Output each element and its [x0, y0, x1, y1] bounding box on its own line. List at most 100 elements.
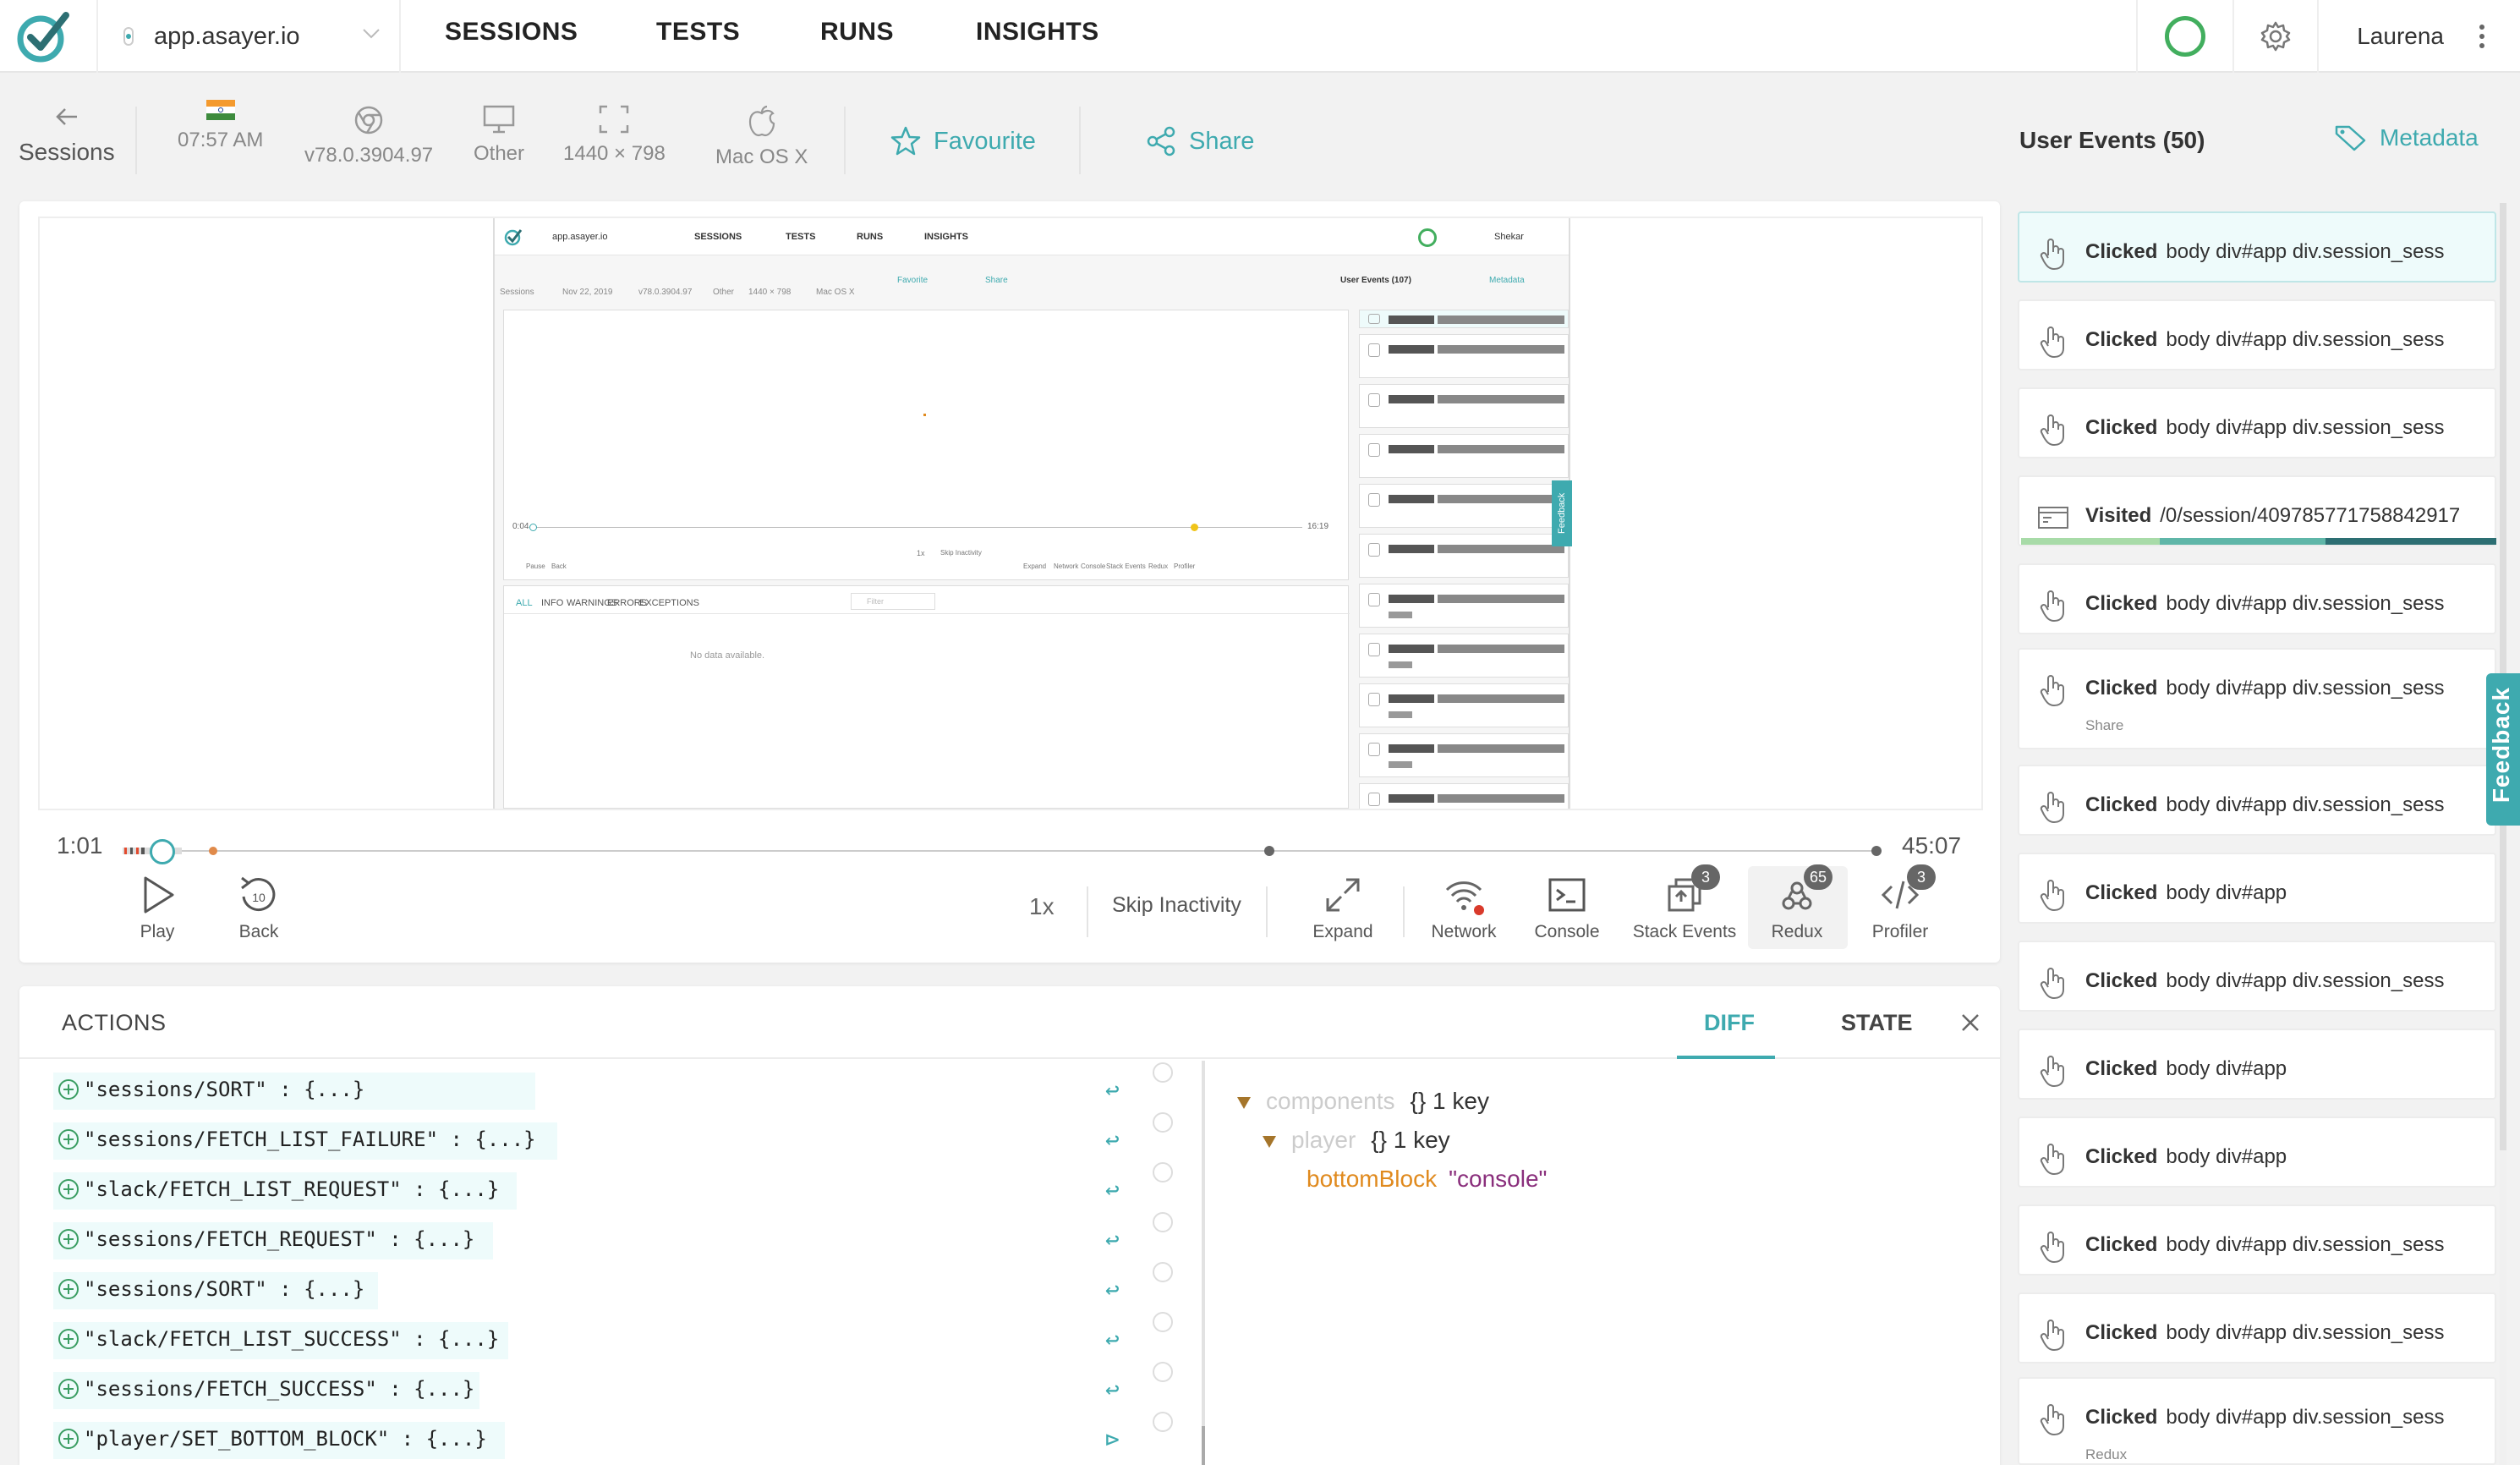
event-line: Clicked body div#app div.session_sess: [2085, 1406, 2444, 1429]
scrollbar-thumb[interactable]: [1202, 1426, 1205, 1465]
plus-circle-icon[interactable]: [58, 1229, 79, 1249]
jump-to-icon[interactable]: ↩: [1105, 1276, 1120, 1303]
diff-node-player[interactable]: player {} 1 key: [1263, 1127, 1450, 1154]
timeline-event-marker[interactable]: [1264, 846, 1274, 856]
profiler-button[interactable]: 3 Profiler: [1858, 864, 1942, 942]
user-event-card[interactable]: Clicked body div#app: [2018, 1117, 2496, 1188]
expand-button[interactable]: Expand: [1296, 870, 1389, 942]
user-event-card[interactable]: Clicked body div#app div.session_sess: [2018, 941, 2496, 1012]
timeline-knob[interactable]: [150, 839, 175, 864]
plus-circle-icon[interactable]: [58, 1429, 79, 1449]
console-button[interactable]: Console: [1525, 870, 1609, 942]
clock-icon[interactable]: [1153, 1112, 1173, 1133]
close-icon[interactable]: [1956, 1008, 1985, 1037]
plus-circle-icon[interactable]: [58, 1279, 79, 1299]
replay-tab: INSIGHTS: [924, 232, 968, 242]
tab-tests[interactable]: TESTS: [656, 0, 740, 73]
session-time: 07:57 AM: [178, 100, 263, 152]
user-event-card[interactable]: Visited/0/session/409785771758842917: [2018, 475, 2496, 546]
play-button[interactable]: Play: [119, 870, 195, 942]
replay-date: Nov 22, 2019: [562, 288, 613, 297]
user-event-card[interactable]: Clicked body div#app div.session_sess: [2018, 1292, 2496, 1363]
clock-icon[interactable]: [1153, 1062, 1173, 1083]
clock-icon[interactable]: [1153, 1362, 1173, 1382]
replay-event-card: [1359, 584, 1569, 628]
user-event-card[interactable]: Clicked body div#app div.session_sess Shar…: [2018, 648, 2496, 749]
favourite-button[interactable]: Favourite: [890, 125, 1036, 157]
timeline-event-marker[interactable]: [206, 844, 220, 858]
event-line: Clicked body div#app: [2085, 1057, 2287, 1081]
clock-icon[interactable]: [1153, 1212, 1173, 1232]
jump-to-icon[interactable]: ⊳: [1105, 1425, 1120, 1453]
plus-circle-icon[interactable]: [58, 1179, 79, 1199]
feedback-button[interactable]: Feedback: [2486, 673, 2520, 826]
replay-site: app.asayer.io: [552, 232, 608, 242]
tab-state[interactable]: STATE: [1841, 1010, 1913, 1036]
replay-navbar: app.asayer.io SESSIONS TESTS RUNS INSIGH…: [495, 218, 1569, 255]
plus-circle-icon[interactable]: [58, 1129, 79, 1150]
timeline-event-marker[interactable]: [1871, 846, 1882, 856]
stack-events-button[interactable]: 3 Stack Events: [1630, 864, 1739, 942]
more-vertical-icon[interactable]: [2478, 24, 2486, 49]
share-button[interactable]: Share: [1145, 125, 1254, 157]
events-scrollbar[interactable]: [2500, 203, 2506, 1465]
jump-to-icon[interactable]: ↩: [1105, 1375, 1120, 1403]
rewind-10-icon: 10: [241, 876, 276, 912]
timeline[interactable]: 1:01 45:07: [19, 810, 2000, 864]
user-event-card[interactable]: Clicked body div#app div.session_sess Redu…: [2018, 1377, 2496, 1465]
jump-to-icon[interactable]: ↩: [1105, 1226, 1120, 1254]
replay-event-icon: [1368, 643, 1380, 656]
status-button[interactable]: [2136, 0, 2232, 73]
clock-icon[interactable]: [1153, 1262, 1173, 1282]
action-label: "sessions/SORT" : {...}: [84, 1277, 365, 1301]
skip-inactivity-toggle[interactable]: Skip Inactivity: [1112, 893, 1241, 918]
pointer-hand-icon: [2040, 1056, 2064, 1088]
replay-event-bar: [1389, 315, 1434, 324]
replay-screen[interactable]: app.asayer.io SESSIONS TESTS RUNS INSIGH…: [38, 217, 1983, 810]
tab-insights[interactable]: INSIGHTS: [976, 0, 1099, 73]
plus-circle-icon[interactable]: [58, 1379, 79, 1399]
user-event-card[interactable]: Clicked body div#app div.session_sess: [2018, 765, 2496, 836]
event-type: Clicked: [2085, 1057, 2158, 1080]
event-line: Clicked body div#app div.session_sess: [2085, 793, 2444, 817]
settings-button[interactable]: [2232, 0, 2317, 73]
pane-splitter[interactable]: [1202, 1061, 1205, 1465]
asayer-logo-icon[interactable]: [15, 7, 73, 64]
clock-icon[interactable]: [1153, 1412, 1173, 1432]
plus-circle-icon[interactable]: [58, 1079, 79, 1100]
replay-tab: TESTS: [786, 232, 816, 242]
site-selector[interactable]: app.asayer.io: [96, 0, 401, 73]
replay-event-bar: [1438, 694, 1564, 703]
user-event-card[interactable]: Clicked body div#app div.session_sess: [2018, 387, 2496, 458]
back-to-sessions-button[interactable]: Sessions: [19, 103, 115, 166]
diff-node-components[interactable]: components {} 1 key: [1237, 1088, 1489, 1115]
timeline-track[interactable]: [123, 850, 1882, 852]
user-event-card[interactable]: Clicked body div#app div.session_sess: [2018, 563, 2496, 634]
user-menu[interactable]: Laurena: [2317, 0, 2520, 73]
pointer-hand-icon: [2040, 239, 2064, 271]
tab-sessions[interactable]: SESSIONS: [445, 0, 578, 73]
replay-ctrl: 1x: [917, 549, 925, 557]
redux-button[interactable]: 65 Redux: [1755, 864, 1839, 942]
event-target: body div#app div.session_sess: [2166, 969, 2445, 992]
back-10-button[interactable]: 10 Back: [221, 870, 297, 942]
clock-icon[interactable]: [1153, 1312, 1173, 1332]
clock-icon[interactable]: [1153, 1162, 1173, 1182]
user-event-card[interactable]: Clicked body div#app: [2018, 1029, 2496, 1100]
jump-to-icon[interactable]: ↩: [1105, 1176, 1120, 1204]
tab-diff[interactable]: DIFF: [1704, 1010, 1755, 1036]
back-label: Back: [238, 922, 279, 941]
user-event-card[interactable]: Clicked body div#app div.session_sess: [2018, 299, 2496, 370]
plus-circle-icon[interactable]: [58, 1329, 79, 1349]
jump-to-icon[interactable]: ↩: [1105, 1325, 1120, 1353]
user-event-card[interactable]: Clicked body div#app div.session_sess: [2018, 1204, 2496, 1276]
metadata-button[interactable]: Metadata: [2334, 123, 2479, 152]
network-button[interactable]: Network: [1422, 870, 1506, 942]
jump-to-icon[interactable]: ↩: [1105, 1076, 1120, 1104]
speed-button[interactable]: 1x: [1029, 893, 1055, 920]
tab-runs[interactable]: RUNS: [820, 0, 894, 73]
user-event-card[interactable]: Clicked body div#app div.session_sess: [2018, 211, 2496, 283]
user-event-card[interactable]: Clicked body div#app: [2018, 853, 2496, 924]
replay-browser: v78.0.3904.97: [638, 288, 693, 297]
jump-to-icon[interactable]: ↩: [1105, 1126, 1120, 1154]
